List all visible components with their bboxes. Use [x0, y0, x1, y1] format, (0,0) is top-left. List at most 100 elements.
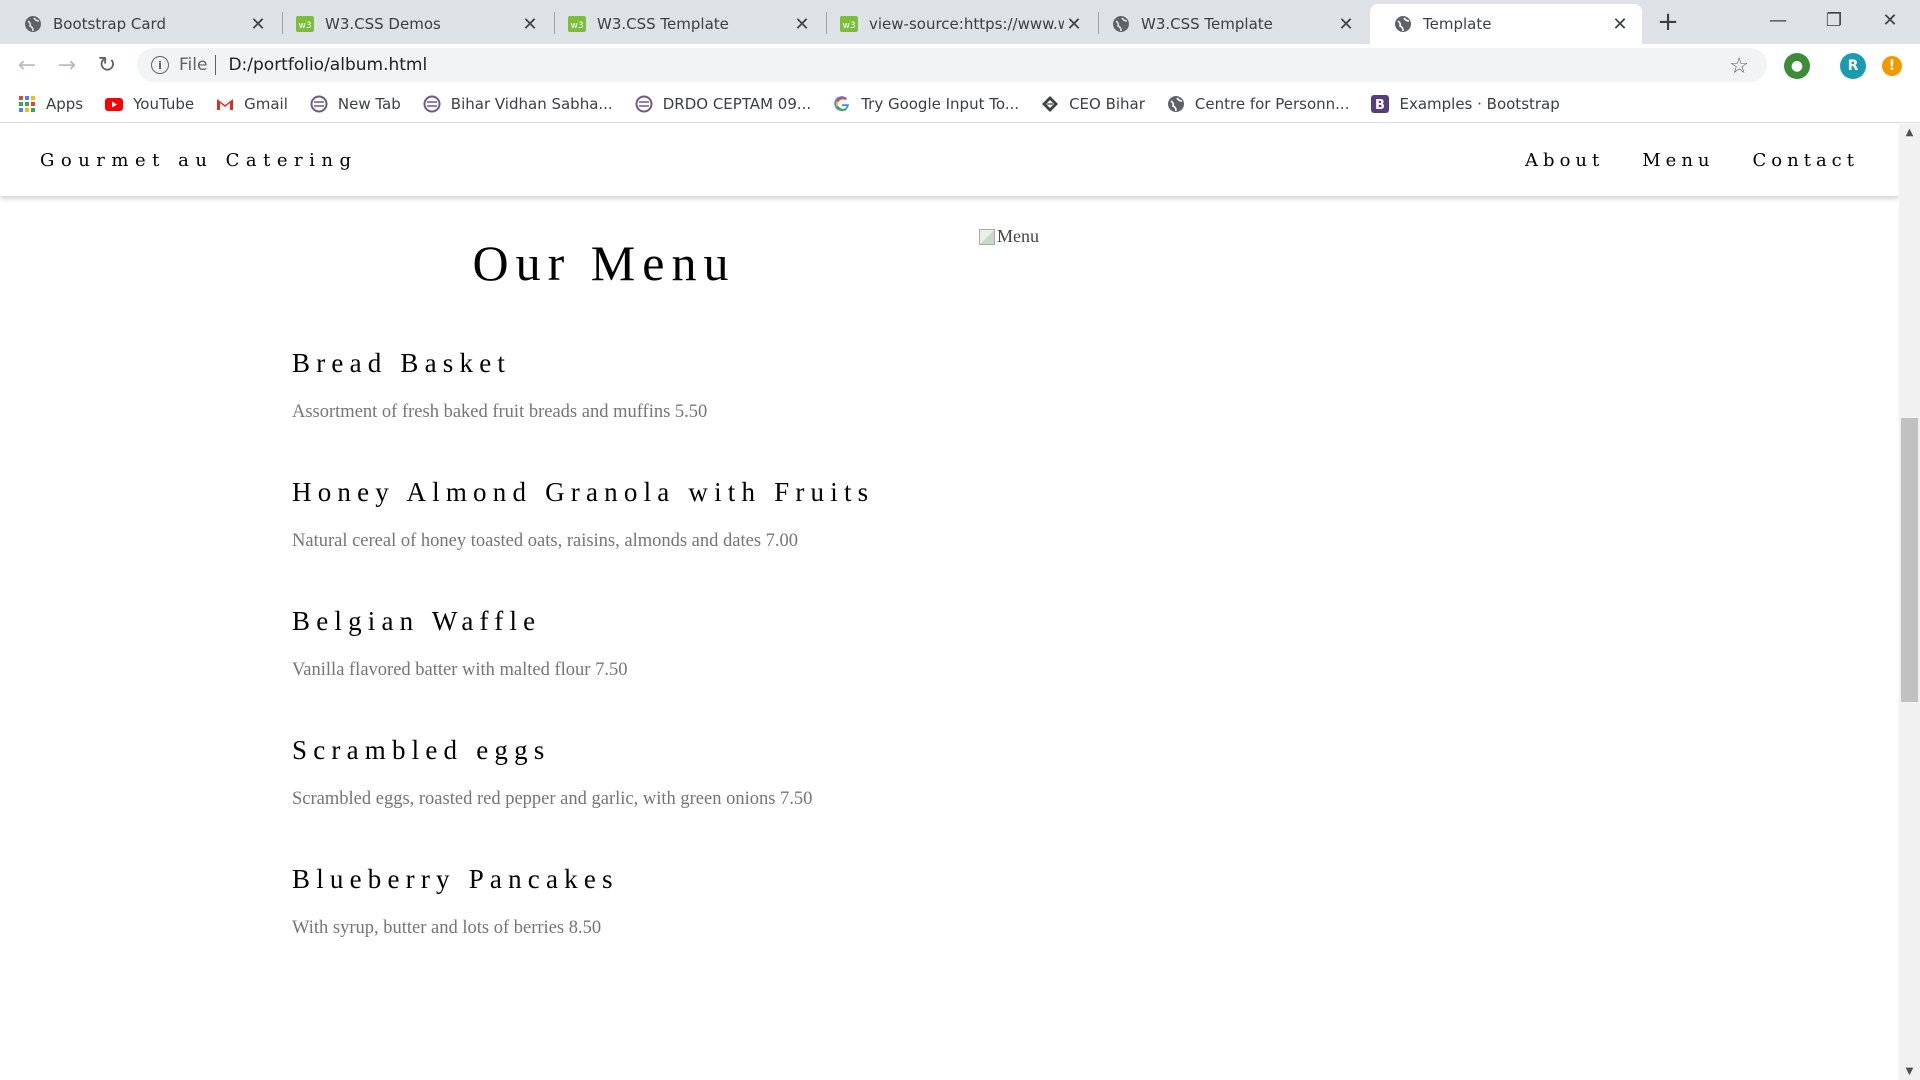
tab-title: Template	[1423, 15, 1492, 33]
menu-item-description: Vanilla flavored batter with malted flou…	[292, 660, 628, 680]
bookmark-gmail[interactable]: Gmail	[216, 95, 288, 113]
scrollbar-thumb[interactable]	[1901, 418, 1918, 702]
svg-text:w3: w3	[842, 21, 855, 31]
nav-link-menu[interactable]: Menu	[1642, 150, 1714, 171]
browser-toolbar: ← → ↻ i File D:/portfolio/album.html ☆ ●…	[0, 44, 1920, 86]
scroll-up-arrow-icon[interactable]: ▲	[1899, 124, 1920, 141]
tab-template-active[interactable]: Template ✕	[1370, 4, 1642, 44]
tab-view-source[interactable]: w3 view-source:https://www.w3s ✕	[816, 4, 1096, 44]
w3-icon: w3	[568, 15, 586, 33]
menu-item-name: Blueberry Pancakes	[292, 864, 619, 894]
update-alert-icon[interactable]: !	[1882, 56, 1902, 76]
menu-item-name: Honey Almond Granola with Fruits	[292, 477, 875, 507]
forward-button[interactable]: →	[52, 50, 82, 80]
close-icon[interactable]: ✕	[520, 14, 540, 35]
arrow-right-icon: →	[57, 52, 77, 78]
bookmark-label: Centre for Personn...	[1194, 95, 1350, 113]
scroll-down-arrow-icon[interactable]: ▼	[1899, 1063, 1920, 1080]
w3-icon: w3	[840, 15, 858, 33]
globe-icon	[1394, 15, 1412, 33]
google-icon	[833, 95, 851, 113]
close-icon[interactable]: ✕	[248, 14, 268, 35]
globe-icon	[1112, 15, 1130, 33]
close-icon[interactable]: ✕	[1064, 14, 1084, 35]
bookmarks-bar: Apps YouTube Gmail New Tab Bihar Vidhan …	[0, 86, 1920, 123]
nav-link-about[interactable]: About	[1525, 150, 1604, 171]
youtube-icon	[105, 95, 124, 113]
menu-image-alt-text: Menu	[997, 226, 1039, 246]
bookmark-ceo-bihar[interactable]: CEO Bihar	[1041, 95, 1145, 113]
minimize-button[interactable]: —	[1750, 0, 1806, 40]
page-viewport: Gourmet au Catering About Menu Contact O…	[0, 124, 1899, 1080]
restore-icon: ❐	[1825, 9, 1843, 31]
bookmark-apps[interactable]: Apps	[18, 95, 83, 113]
bookmark-label: Bihar Vidhan Sabha...	[450, 95, 613, 113]
tab-title: W3.CSS Template	[597, 15, 729, 33]
menu-item: Blueberry Pancakes With syrup, butter an…	[292, 864, 912, 939]
menu-item-name: Belgian Waffle	[292, 606, 542, 636]
site-navbar: Gourmet au Catering About Menu Contact	[0, 124, 1899, 196]
menu-item-description: Natural cereal of honey toasted oats, ra…	[292, 531, 799, 551]
back-button[interactable]: ←	[12, 50, 42, 80]
menu-item: Scrambled eggs Scrambled eggs, roasted r…	[292, 735, 912, 810]
menu-item-name: Bread Basket	[292, 348, 512, 378]
url-text[interactable]: D:/portfolio/album.html	[228, 55, 427, 75]
bookmark-bihar-vidhan-sabha[interactable]: Bihar Vidhan Sabha...	[423, 95, 613, 113]
w3-icon: w3	[296, 15, 314, 33]
gmail-icon	[216, 95, 234, 113]
menu-item: Belgian Waffle Vanilla flavored batter w…	[292, 606, 912, 681]
bookmark-drdo-ceptam[interactable]: DRDO CEPTAM 09...	[635, 95, 811, 113]
tab-w3css-template[interactable]: w3 W3.CSS Template ✕	[544, 4, 824, 44]
scheme-label: File	[179, 55, 208, 75]
menu-image-broken: Menu	[979, 226, 1039, 247]
bootstrap-icon: B	[1371, 95, 1390, 113]
bookmark-youtube[interactable]: YouTube	[105, 95, 194, 113]
bookmark-new-tab[interactable]: New Tab	[310, 95, 401, 113]
tab-title: Bootstrap Card	[53, 15, 166, 33]
restore-button[interactable]: ❐	[1806, 0, 1862, 40]
close-icon[interactable]: ✕	[1336, 14, 1356, 35]
extension-globe-icon[interactable]: ●	[1784, 53, 1810, 79]
arrow-left-icon: ←	[17, 52, 37, 78]
bookmark-google-input-tools[interactable]: Try Google Input To...	[833, 95, 1019, 113]
address-divider	[215, 55, 217, 75]
brand-link[interactable]: Gourmet au Catering	[40, 150, 358, 171]
close-icon[interactable]: ✕	[792, 14, 812, 35]
close-window-button[interactable]: ✕	[1862, 0, 1918, 40]
address-bar[interactable]: i File D:/portfolio/album.html ☆	[137, 48, 1767, 82]
apps-grid-icon	[18, 95, 36, 113]
menu-section: Our Menu Bread Basket Assortment of fres…	[292, 234, 912, 993]
star-icon[interactable]: ☆	[1729, 54, 1749, 79]
minimize-icon: —	[1769, 9, 1787, 31]
close-icon[interactable]: ✕	[1610, 14, 1630, 35]
menu-title: Our Menu	[472, 235, 736, 291]
menu-item-description: Scrambled eggs, roasted red pepper and g…	[292, 789, 813, 809]
circle-icon	[310, 95, 328, 113]
bookmark-examples-bootstrap[interactable]: B Examples · Bootstrap	[1371, 95, 1560, 113]
tab-bootstrap-card[interactable]: Bootstrap Card ✕	[0, 4, 280, 44]
tab-title: view-source:https://www.w3s	[869, 15, 1064, 33]
broken-image-icon	[979, 228, 995, 245]
tab-w3css-template-2[interactable]: W3.CSS Template ✕	[1088, 4, 1368, 44]
menu-item-name: Scrambled eggs	[292, 735, 551, 765]
ceo-icon	[1041, 95, 1059, 113]
bookmark-label: Apps	[46, 95, 84, 113]
bookmark-label: DRDO CEPTAM 09...	[662, 95, 812, 113]
bookmark-label: Gmail	[244, 95, 288, 113]
tab-title: W3.CSS Template	[1141, 15, 1273, 33]
svg-text:B: B	[1376, 98, 1386, 113]
nav-link-contact[interactable]: Contact	[1753, 150, 1859, 171]
svg-text:w3: w3	[298, 21, 311, 31]
reload-icon: ↻	[97, 52, 117, 78]
svg-text:w3: w3	[570, 21, 583, 31]
bookmark-label: New Tab	[337, 95, 401, 113]
tab-strip: Bootstrap Card ✕ w3 W3.CSS Demos ✕ w3 W3…	[0, 0, 1920, 44]
info-icon[interactable]: i	[151, 56, 169, 74]
reload-button[interactable]: ↻	[92, 50, 122, 80]
new-tab-button[interactable]: +	[1654, 7, 1682, 37]
bookmark-centre-for-personnel[interactable]: Centre for Personn...	[1167, 95, 1350, 113]
extension-profile-icon[interactable]: R	[1840, 53, 1866, 79]
tab-w3css-demos[interactable]: w3 W3.CSS Demos ✕	[272, 4, 552, 44]
globe-icon	[1167, 95, 1185, 113]
page-scrollbar[interactable]: ▲ ▼	[1899, 124, 1920, 1080]
